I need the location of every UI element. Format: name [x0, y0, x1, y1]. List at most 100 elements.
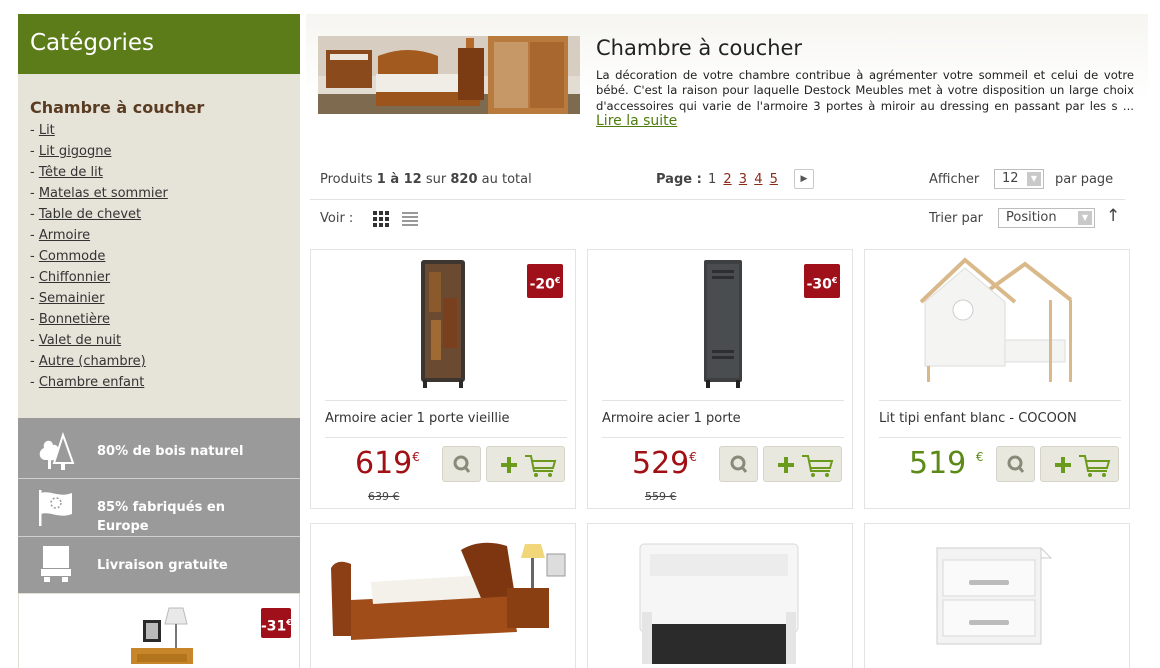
add-to-cart-button[interactable]: [486, 446, 565, 482]
product-name[interactable]: Armoire acier 1 porte: [602, 400, 844, 438]
feature-made-in-europe: 85% fabriqués en Europe: [18, 480, 300, 536]
subcategory-link-autre-chambre[interactable]: Autre (chambre): [39, 354, 146, 369]
page-link-4[interactable]: 4: [754, 172, 762, 187]
per-page-select[interactable]: 12 ▼: [994, 169, 1044, 189]
subcategory-link-lit-gigogne[interactable]: Lit gigogne: [39, 144, 112, 159]
subcategory-item: - Chambre enfant: [30, 375, 145, 390]
subcategory-item: - Lit gigogne: [30, 144, 112, 159]
feature-free-delivery: Livraison gratuite: [18, 538, 300, 593]
features-panel: 80% de bois naturel 85% fabriqués en Eur…: [18, 418, 300, 593]
subcategory-item: - Commode: [30, 249, 106, 264]
discount-badge: -20€: [527, 264, 563, 298]
category-banner: Chambre à coucher La décoration de votre…: [306, 14, 1148, 154]
subcategory-link-semainier[interactable]: Semainier: [39, 291, 105, 306]
add-to-cart-button[interactable]: [1040, 446, 1119, 482]
subcategory-link-lit[interactable]: Lit: [39, 123, 55, 138]
old-price: 639 €: [368, 490, 400, 503]
subcategory-link-matelas[interactable]: Matelas et sommier: [39, 186, 168, 201]
category-image: [318, 36, 580, 114]
product-name[interactable]: Armoire acier 1 porte vieillie: [325, 400, 567, 438]
category-sidebar: Catégories Chambre à coucher - Lit - Lit…: [18, 14, 300, 668]
product-name[interactable]: Lit tipi enfant blanc - COCOON: [879, 400, 1121, 438]
sleigh-bed-image: [331, 542, 566, 640]
page-link-3[interactable]: 3: [739, 172, 747, 187]
arrow-right-icon: ▶: [800, 174, 808, 184]
show-label: Afficher: [929, 172, 980, 187]
page-label: Page :: [656, 172, 702, 187]
subcategory-link-armoire[interactable]: Armoire: [39, 228, 90, 243]
divider: [18, 478, 300, 479]
subcategory-item: - Semainier: [30, 291, 105, 306]
feature-natural-wood: 80% de bois naturel: [18, 426, 300, 478]
add-to-cart-icon: [778, 455, 834, 477]
product-card[interactable]: [864, 523, 1130, 668]
search-icon: [1007, 455, 1025, 473]
subcategory-item: - Lit: [30, 123, 55, 138]
next-page-button[interactable]: ▶: [794, 169, 814, 189]
chevron-down-icon: ▼: [1027, 172, 1041, 186]
product-image[interactable]: [865, 524, 1129, 668]
subcategory-link-chambre-enfant[interactable]: Chambre enfant: [39, 375, 145, 390]
subcategory-item: - Armoire: [30, 228, 91, 243]
headboard-image: [639, 543, 799, 664]
subcategory-item: - Chiffonnier: [30, 270, 111, 285]
product-card[interactable]: [310, 523, 576, 668]
delivery-truck-icon: [41, 546, 71, 582]
pagination: Page : 1 2 3 4 5: [656, 172, 778, 187]
subcategory-link-chiffonnier[interactable]: Chiffonnier: [39, 270, 110, 285]
promo-product-card[interactable]: -31€: [18, 593, 300, 668]
bedside-lamp-image: [131, 607, 193, 664]
subcategory-link-tete-de-lit[interactable]: Tête de lit: [39, 165, 103, 180]
subcategory-item: - Tête de lit: [30, 165, 103, 180]
subcategory-item: - Matelas et sommier: [30, 186, 168, 201]
list-view-icon[interactable]: [402, 211, 418, 227]
subcategory-link-bonnetiere[interactable]: Bonnetière: [39, 312, 110, 327]
subcategory-link-valet-de-nuit[interactable]: Valet de nuit: [39, 333, 121, 348]
subcategory-item: - Bonnetière: [30, 312, 110, 327]
quick-view-button[interactable]: [442, 446, 481, 482]
old-price: 559 €: [645, 490, 677, 503]
subcategory-item: - Table de chevet: [30, 207, 142, 222]
discount-badge: -30€: [804, 264, 840, 298]
tipi-bed-image: [919, 257, 1073, 382]
sort-direction-button[interactable]: ↑: [1106, 206, 1120, 226]
product-count: Produits 1 à 12 sur 820 au total: [320, 172, 532, 187]
discount-badge: -31€: [261, 608, 292, 638]
product-card[interactable]: Lit tipi enfant blanc - COCOON 519 €: [864, 249, 1130, 509]
subcategory-link-table-chevet[interactable]: Table de chevet: [39, 207, 141, 222]
product-card[interactable]: [587, 523, 853, 668]
tree-icon: [39, 431, 75, 470]
chevron-down-icon: ▼: [1078, 211, 1092, 225]
product-price: 529€: [632, 446, 697, 481]
category-title[interactable]: Chambre à coucher: [30, 98, 288, 117]
product-image[interactable]: [588, 524, 852, 668]
product-card[interactable]: -30€ Armoire acier 1 porte 529€ 559 €: [587, 249, 853, 509]
feature-label: 80% de bois naturel: [97, 444, 244, 459]
page-link-2[interactable]: 2: [723, 172, 731, 187]
add-to-cart-button[interactable]: [763, 446, 842, 482]
product-image[interactable]: [865, 250, 1129, 400]
pagination-toolbar: Produits 1 à 12 sur 820 au total Page : …: [310, 164, 1125, 200]
current-page: 1: [707, 172, 717, 187]
grid-view-icon[interactable]: [373, 211, 389, 227]
divider: [18, 536, 300, 537]
subcategory-link-commode[interactable]: Commode: [39, 249, 106, 264]
bedroom-image: [318, 36, 580, 114]
read-more-link[interactable]: Lire la suite: [596, 113, 677, 129]
search-icon: [730, 455, 748, 473]
search-icon: [453, 455, 471, 473]
europe-flag-icon: [39, 490, 72, 526]
product-price: 619€: [355, 446, 420, 481]
quick-view-button[interactable]: [996, 446, 1035, 482]
feature-label: 85% fabriqués en Europe: [97, 500, 225, 534]
product-image[interactable]: [311, 524, 575, 668]
quick-view-button[interactable]: [719, 446, 758, 482]
view-label: Voir :: [320, 211, 354, 226]
add-to-cart-icon: [501, 455, 557, 477]
white-nightstand-image: [935, 547, 1053, 645]
sort-select[interactable]: Position ▼: [998, 208, 1095, 228]
product-card[interactable]: -20€ Armoire acier 1 porte vieillie 619€…: [310, 249, 576, 509]
add-to-cart-icon: [1055, 455, 1111, 477]
category-description: La décoration de votre chambre contribue…: [596, 68, 1134, 130]
page-link-5[interactable]: 5: [770, 172, 778, 187]
